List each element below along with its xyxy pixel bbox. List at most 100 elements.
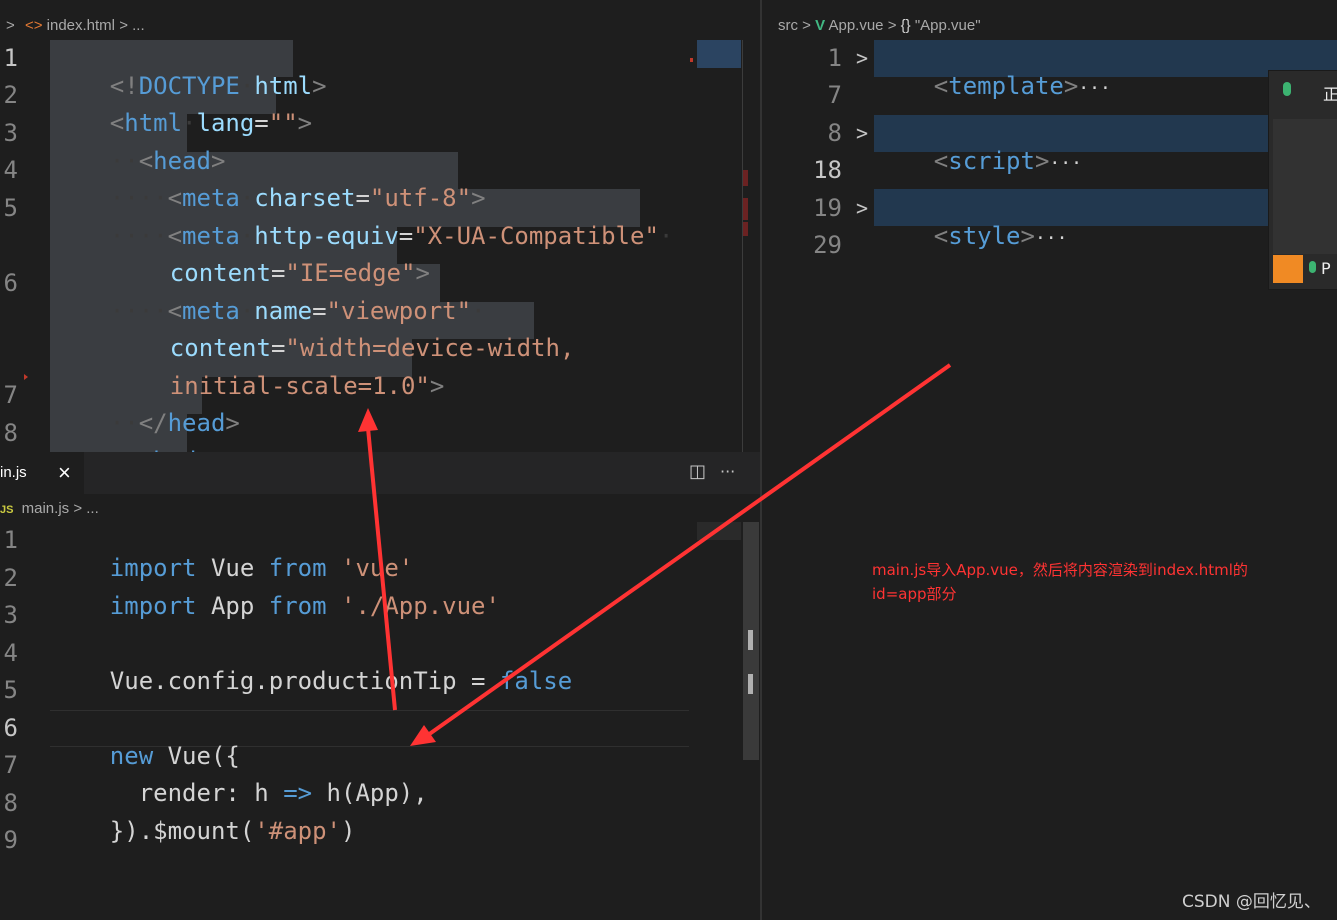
equals: =: [254, 109, 269, 137]
fold-chevron-icon[interactable]: >: [856, 196, 868, 220]
code-line[interactable]: import App from './App.vue': [52, 564, 500, 648]
folded-ellipsis[interactable]: ···: [1078, 78, 1111, 99]
fold-marker: [24, 374, 28, 380]
breadcrumb-src[interactable]: src: [778, 17, 798, 34]
breadcrumb: > <> index.html > ...: [6, 13, 145, 39]
fold-chevron-icon[interactable]: >: [856, 121, 868, 145]
line-number: 2: [3, 81, 18, 109]
minimap-marker: [690, 58, 693, 62]
line-number: 9: [3, 826, 18, 854]
video-preview: [1273, 119, 1337, 254]
folded-ellipsis[interactable]: ···: [1035, 228, 1068, 249]
line-number: 8: [3, 789, 18, 817]
breadcrumb-symbol[interactable]: "App.vue": [915, 17, 981, 34]
close-icon[interactable]: ×: [58, 452, 71, 494]
microphone-icon[interactable]: [1309, 261, 1316, 273]
identifier: ): [341, 817, 356, 845]
tag-bracket: >: [429, 372, 445, 400]
app-vue-editor[interactable]: src > V App.vue > {} "App.vue" 1 > <temp…: [762, 0, 1337, 920]
line-number: 4: [3, 156, 18, 184]
breadcrumb-more[interactable]: ...: [132, 17, 145, 34]
line-number: 18: [813, 156, 842, 184]
line-number: 5: [3, 676, 18, 704]
breadcrumb-separator: >: [119, 17, 128, 34]
identifier: Vue.config.productionTip =: [109, 667, 500, 695]
breadcrumb-file[interactable]: index.html: [47, 17, 115, 34]
line-number: 19: [813, 194, 842, 222]
tag-bracket: >: [225, 409, 240, 437]
tag-bracket: >: [1020, 222, 1035, 250]
vertical-scrollbar[interactable]: [742, 40, 743, 452]
line-number: 3: [3, 119, 18, 147]
minimap[interactable]: [697, 522, 741, 540]
tag-bracket: >: [312, 72, 327, 100]
line-number: 8: [827, 119, 842, 147]
keyword: import: [109, 592, 197, 620]
attr-value: "": [268, 109, 298, 137]
tag-name: template: [948, 72, 1064, 100]
more-actions-icon[interactable]: ···: [720, 462, 735, 481]
scrollbar-thumb[interactable]: [748, 630, 753, 650]
annotation-line: main.js导入App.vue，然后将内容渲染到index.html的: [872, 561, 1248, 579]
code-line[interactable]: ··<body>: [52, 419, 226, 452]
breadcrumb-separator: >: [887, 17, 897, 34]
code-line[interactable]: Vue.config.productionTip = false: [52, 639, 572, 723]
vue-icon: V: [815, 17, 826, 34]
index-html-editor[interactable]: > <> index.html > ... 1 2 3 4 5 6 7 8 <!…: [0, 0, 760, 452]
code-line[interactable]: }).$mount('#app'): [52, 789, 356, 873]
scrollbar-marker: [743, 198, 748, 220]
breadcrumb-file[interactable]: App.vue: [828, 17, 883, 34]
code-line[interactable]: <script>···: [876, 119, 1082, 203]
split-editor-icon[interactable]: ◫: [689, 461, 706, 482]
line-number: 7: [3, 381, 18, 409]
minimap[interactable]: [697, 40, 741, 68]
annotation-line: id=app部分: [872, 585, 957, 603]
avatar: [1273, 255, 1303, 283]
line-number: 8: [3, 419, 18, 447]
tag-bracket: <: [933, 222, 949, 250]
tag-name: style: [948, 222, 1021, 250]
line-number: 1: [827, 44, 842, 72]
line-number: 7: [827, 81, 842, 109]
string: './App.vue': [326, 592, 500, 620]
breadcrumb-file[interactable]: main.js: [22, 500, 70, 517]
line-number: 7: [3, 751, 18, 779]
tab-label: in.js: [0, 464, 27, 481]
scrollbar-thumb[interactable]: [748, 674, 753, 694]
tag-bracket: >: [297, 109, 313, 137]
fold-chevron-icon[interactable]: >: [856, 46, 868, 70]
line-number: 29: [813, 231, 842, 259]
breadcrumb: JS main.js > ...: [0, 496, 99, 522]
breadcrumb-chevron[interactable]: >: [6, 17, 15, 34]
tab-bar: [0, 452, 760, 494]
tag-bracket: <: [933, 147, 949, 175]
main-js-editor[interactable]: in.js × ◫ ··· JS main.js > ... 1 2 3 4 5…: [0, 452, 760, 920]
code-line[interactable]: <style>···: [876, 194, 1068, 278]
code-line[interactable]: <template>···: [876, 44, 1111, 128]
line-number: 1: [3, 526, 18, 554]
tag-name: script: [948, 147, 1035, 175]
html-file-icon: <>: [24, 17, 43, 34]
annotation-text: main.js导入App.vue，然后将内容渲染到index.html的 id=…: [872, 558, 1312, 606]
line-number: 5: [3, 194, 18, 222]
tag-bracket: <: [933, 72, 949, 100]
breadcrumb-separator: >: [802, 17, 811, 34]
tab-main-js[interactable]: in.js ×: [0, 452, 84, 494]
line-number: 3: [3, 601, 18, 629]
tag-bracket: >: [1034, 147, 1050, 175]
keyword: from: [268, 592, 327, 620]
folded-ellipsis[interactable]: ···: [1049, 153, 1082, 174]
breadcrumb: src > V App.vue > {} "App.vue": [778, 13, 981, 39]
floating-call-widget[interactable]: 正 P: [1268, 70, 1337, 290]
line-number: 6: [3, 269, 18, 297]
whitespace-dot: ·: [658, 222, 674, 250]
breadcrumb-more[interactable]: ...: [86, 500, 99, 517]
overlay-text: P: [1321, 259, 1331, 278]
tag-bracket: >: [1063, 72, 1079, 100]
microphone-icon[interactable]: [1283, 82, 1291, 96]
line-number: 6: [3, 714, 18, 742]
line-number: 4: [3, 639, 18, 667]
overlay-text: 正: [1323, 85, 1337, 104]
string: '#app': [254, 817, 341, 845]
keyword: false: [499, 667, 573, 695]
